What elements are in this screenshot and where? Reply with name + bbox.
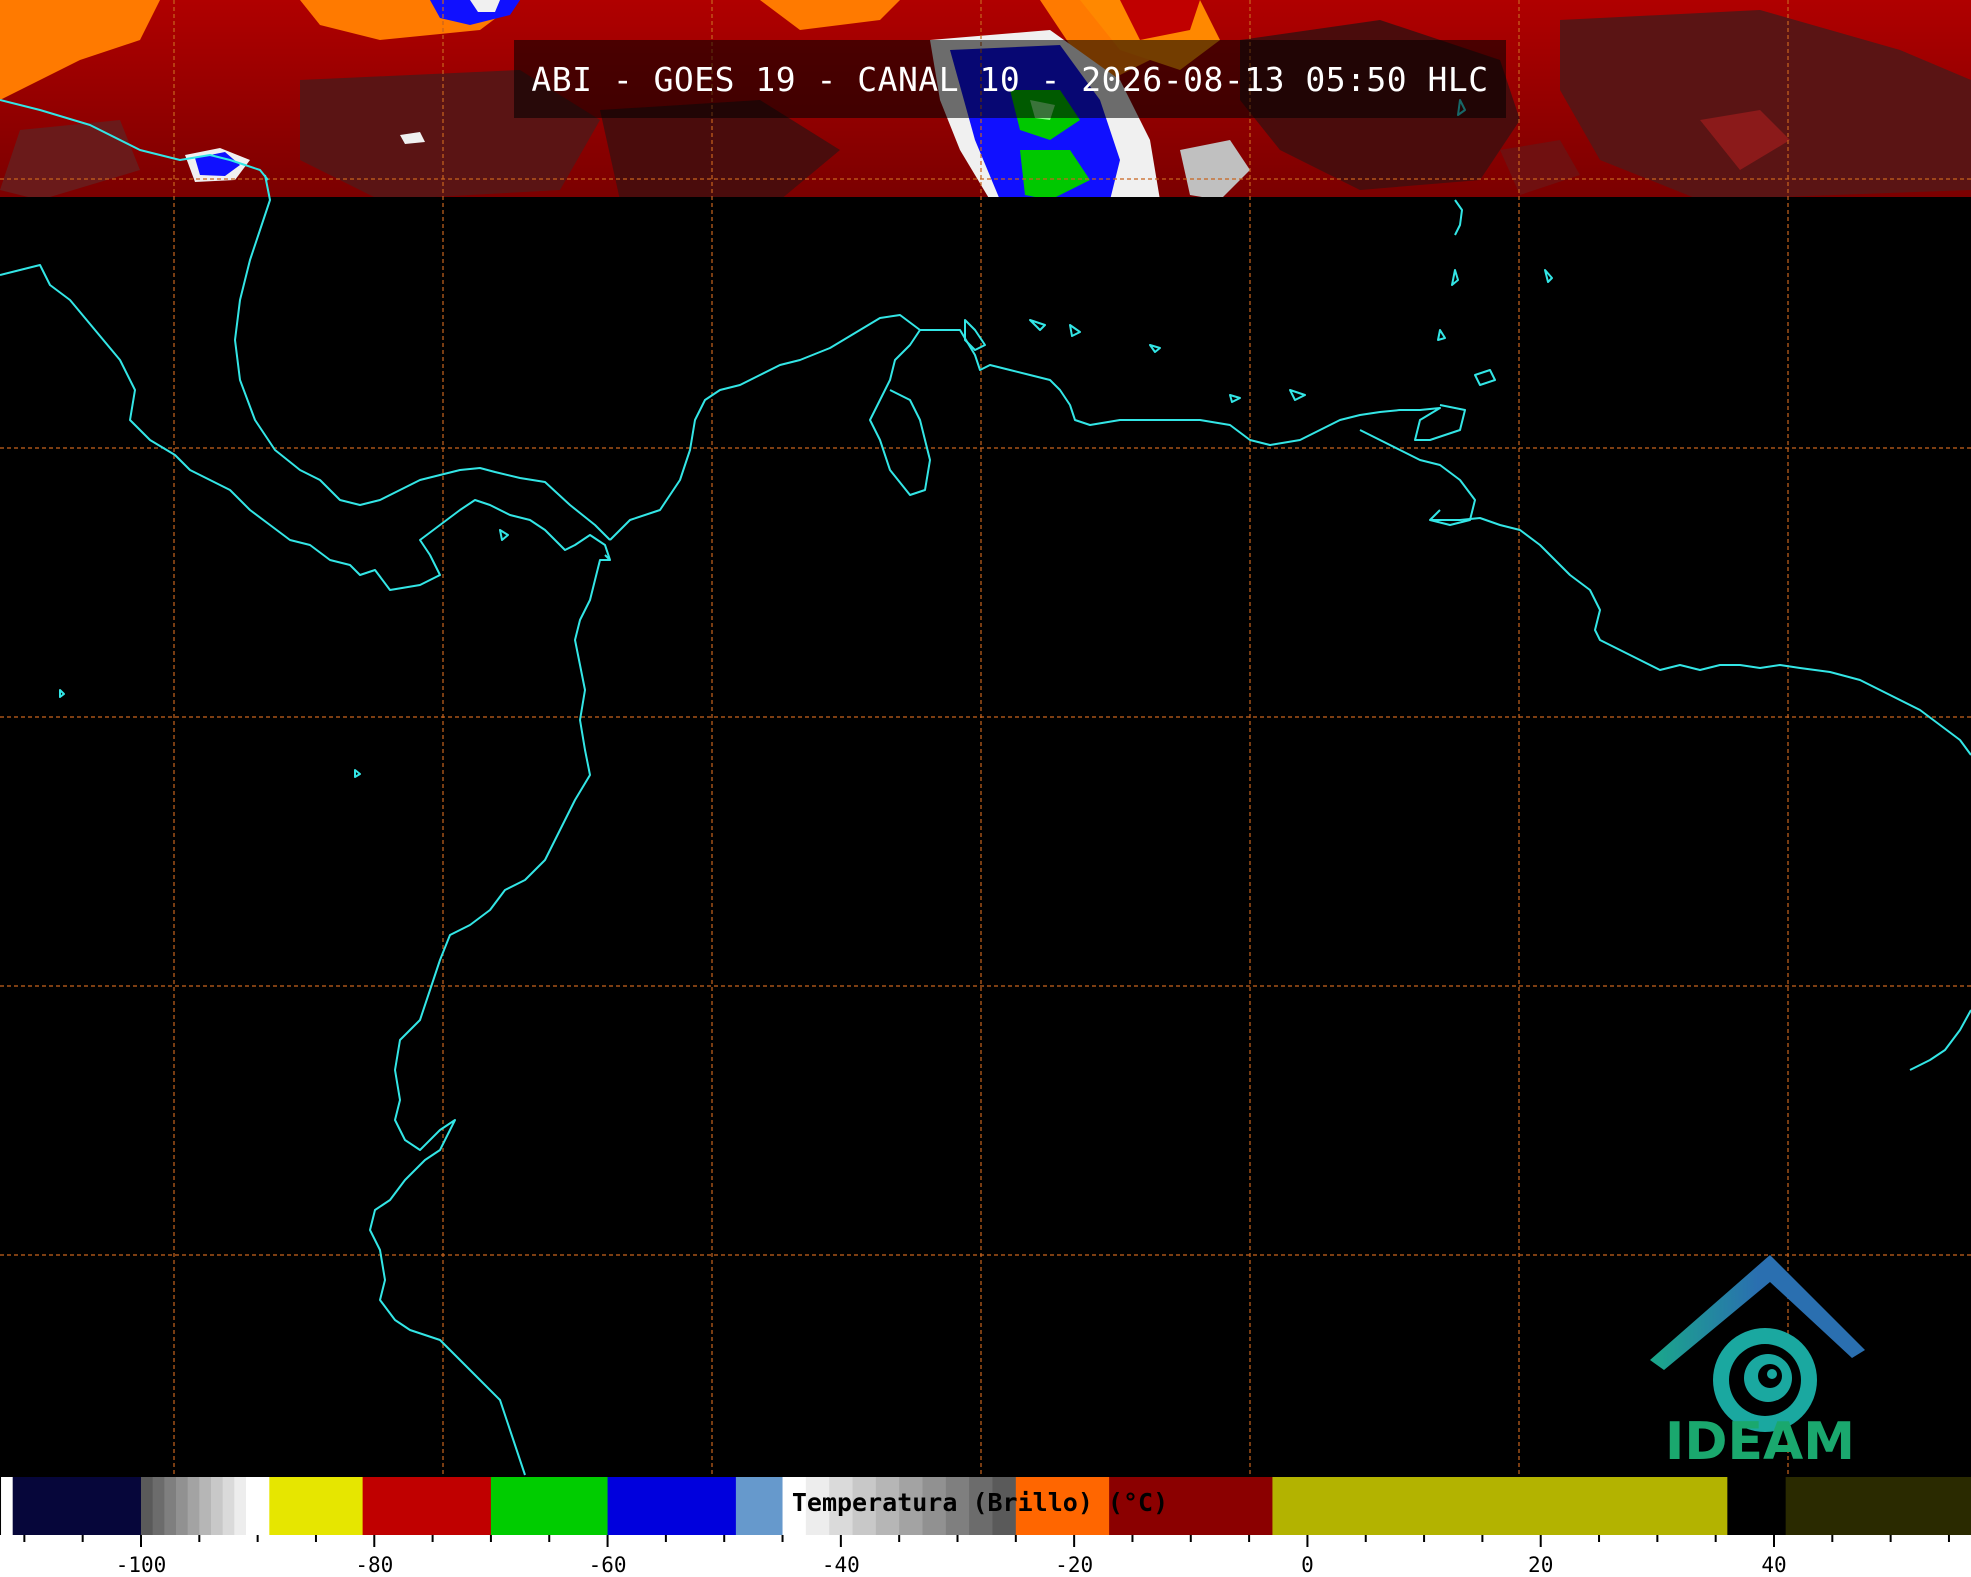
colorbar-segment xyxy=(269,1477,364,1535)
colorbar-tick-label: -40 xyxy=(821,1553,860,1577)
colorbar-tick-label: -20 xyxy=(1055,1553,1094,1577)
colorbar-ticks xyxy=(23,1535,1950,1547)
map-title: ABI - GOES 19 - CANAL 10 - 2026-08-13 05… xyxy=(531,59,1489,99)
colorbar-segment xyxy=(1785,1477,1971,1535)
ideam-logo-text: IDEAM xyxy=(1664,1412,1856,1472)
colorbar-segment xyxy=(234,1477,247,1535)
colorbar-segment xyxy=(362,1477,492,1535)
colorbar-segment xyxy=(490,1477,609,1535)
colorbar-segment xyxy=(1,1477,14,1535)
colorbar-segment xyxy=(175,1477,189,1535)
colorbar-segment xyxy=(199,1477,212,1535)
colorbar-tick-label: 20 xyxy=(1528,1553,1554,1577)
colorbar-segment xyxy=(164,1477,177,1535)
colorbar-segment xyxy=(187,1477,200,1535)
colorbar-segment xyxy=(257,1477,270,1535)
colorbar-segment xyxy=(152,1477,165,1535)
title-banner: ABI - GOES 19 - CANAL 10 - 2026-08-13 05… xyxy=(514,40,1506,118)
colorbar-tick-label: 40 xyxy=(1761,1553,1787,1577)
colorbar-segment xyxy=(1272,1477,1728,1535)
colorbar-tick-label: -100 xyxy=(115,1553,167,1577)
colorbar-segment xyxy=(210,1477,224,1535)
colorbar-axis xyxy=(0,1535,1971,1577)
colorbar-tick-label: -60 xyxy=(588,1553,627,1577)
colorbar-segment xyxy=(141,1477,154,1535)
colorbar-segment xyxy=(12,1477,142,1535)
colorbar-segment xyxy=(222,1477,235,1535)
colorbar-segment xyxy=(1727,1477,1787,1535)
colorbar-segment xyxy=(245,1477,259,1535)
colorbar-tick-label: 0 xyxy=(1301,1553,1314,1577)
colorbar-label: Temperatura (Brillo) (°C) xyxy=(791,1488,1169,1517)
colorbar-tick-label: -80 xyxy=(355,1553,394,1577)
